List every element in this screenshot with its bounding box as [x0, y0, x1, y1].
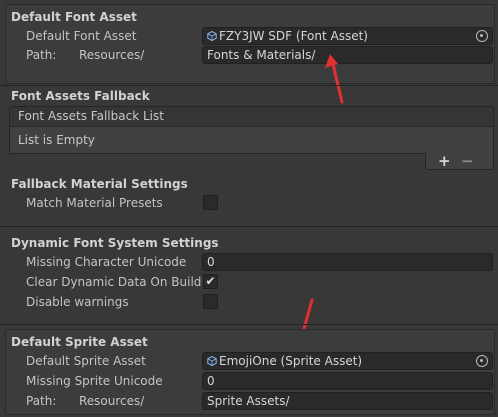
- sprite-path-input[interactable]: Sprite Assets/: [202, 392, 493, 410]
- fallback-list-footer: + −: [425, 152, 494, 170]
- remove-item-button[interactable]: −: [461, 152, 474, 170]
- default-font-asset-label: Default Font Asset: [26, 29, 137, 43]
- font-path-prefix: Resources/: [79, 48, 145, 62]
- missing-sprite-unicode-input[interactable]: 0: [202, 372, 493, 390]
- divider: [0, 226, 498, 227]
- sprite-asset-icon: [207, 356, 217, 366]
- default-font-asset-header: Default Font Asset: [11, 10, 137, 24]
- missing-sprite-unicode-label: Missing Sprite Unicode: [26, 374, 163, 388]
- divider: [0, 85, 498, 86]
- disable-warnings-label: Disable warnings: [26, 295, 129, 309]
- font-path-label: Path:: [26, 48, 57, 62]
- match-material-presets-label: Match Material Presets: [26, 196, 163, 210]
- font-assets-fallback-header: Font Assets Fallback: [11, 89, 150, 103]
- dynamic-font-header: Dynamic Font System Settings: [11, 236, 219, 250]
- annotation-arrow-up: [325, 54, 344, 104]
- clear-dynamic-data-checkbox[interactable]: ✔: [203, 274, 218, 289]
- default-font-asset-value: FZY3JW SDF (Font Asset): [219, 29, 368, 43]
- sprite-path-label: Path:: [26, 394, 57, 408]
- sprite-path-prefix: Resources/: [79, 394, 145, 408]
- missing-character-unicode-input[interactable]: 0: [202, 253, 493, 271]
- match-material-presets-checkbox[interactable]: [203, 195, 218, 210]
- fallback-list-empty: List is Empty: [9, 126, 494, 154]
- default-sprite-asset-label: Default Sprite Asset: [26, 354, 146, 368]
- add-item-button[interactable]: +: [438, 152, 451, 170]
- clear-dynamic-data-label: Clear Dynamic Data On Build: [26, 275, 202, 289]
- default-sprite-asset-header: Default Sprite Asset: [11, 335, 148, 349]
- default-sprite-asset-field[interactable]: EmojiOne (Sprite Asset): [202, 352, 493, 370]
- disable-warnings-checkbox[interactable]: [203, 294, 218, 309]
- font-asset-icon: [207, 31, 217, 41]
- fallback-list-header: Font Assets Fallback List: [9, 106, 494, 126]
- fallback-material-header: Fallback Material Settings: [11, 177, 188, 191]
- divider: [0, 324, 498, 325]
- missing-character-unicode-label: Missing Character Unicode: [26, 255, 187, 269]
- object-picker-icon[interactable]: [476, 30, 488, 42]
- object-picker-icon[interactable]: [476, 355, 488, 367]
- default-sprite-asset-value: EmojiOne (Sprite Asset): [219, 354, 363, 368]
- default-font-asset-field[interactable]: FZY3JW SDF (Font Asset): [202, 27, 493, 45]
